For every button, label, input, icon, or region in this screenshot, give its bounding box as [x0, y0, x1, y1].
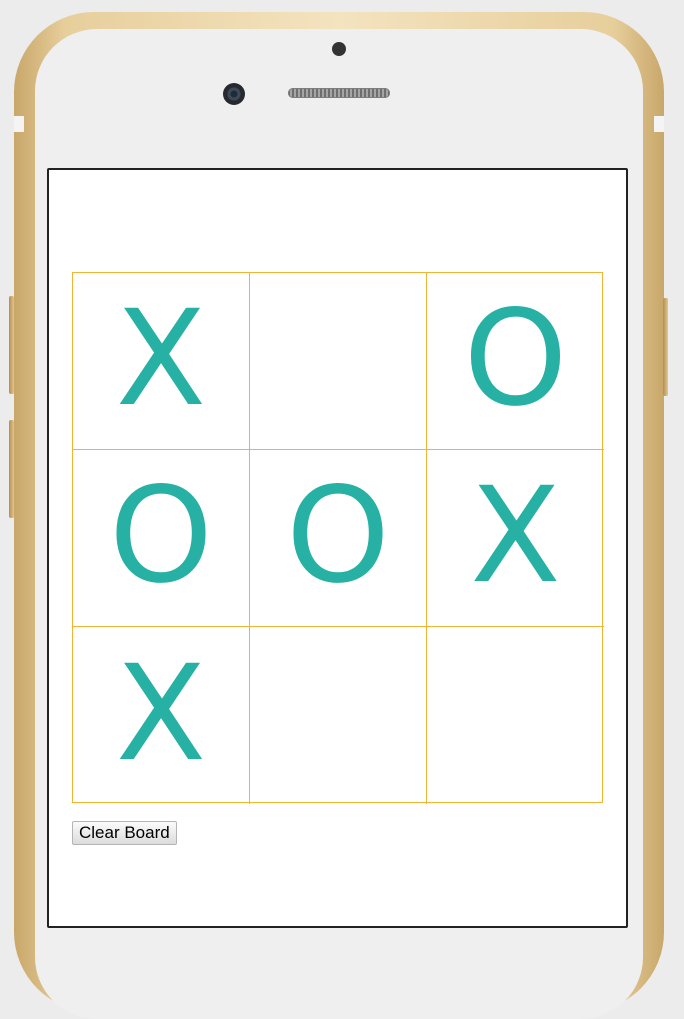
board-cell-r1-c1[interactable]: X [73, 273, 250, 450]
antenna-band-right [654, 116, 664, 132]
board-cell-r2-c1[interactable]: O [73, 450, 250, 627]
cell-mark: O [286, 459, 390, 613]
board-cell-r3-c2[interactable] [250, 627, 427, 804]
cell-mark: X [115, 282, 207, 436]
board-cell-r2-c2[interactable]: O [250, 450, 427, 627]
cell-mark: X [115, 636, 207, 791]
antenna-band-left [14, 116, 24, 132]
board-cell-r1-c2[interactable] [250, 273, 427, 450]
front-camera-icon [223, 83, 245, 105]
cell-mark: O [109, 459, 213, 613]
clear-board-button[interactable]: Clear Board [72, 821, 177, 845]
volume-down-button [9, 420, 14, 518]
volume-up-button [9, 296, 14, 394]
board-cell-r3-c3[interactable] [427, 627, 604, 804]
earpiece-speaker-icon [288, 88, 390, 98]
power-button [663, 298, 668, 396]
proximity-sensor-icon [332, 42, 346, 56]
board-cell-r3-c1[interactable]: X [73, 627, 250, 804]
board-cell-r1-c3[interactable]: O [427, 273, 604, 450]
board-cell-r2-c3[interactable]: X [427, 450, 604, 627]
tic-tac-toe-board: X O O O X X [72, 272, 604, 804]
cell-mark: O [463, 282, 568, 436]
cell-mark: X [470, 459, 561, 613]
